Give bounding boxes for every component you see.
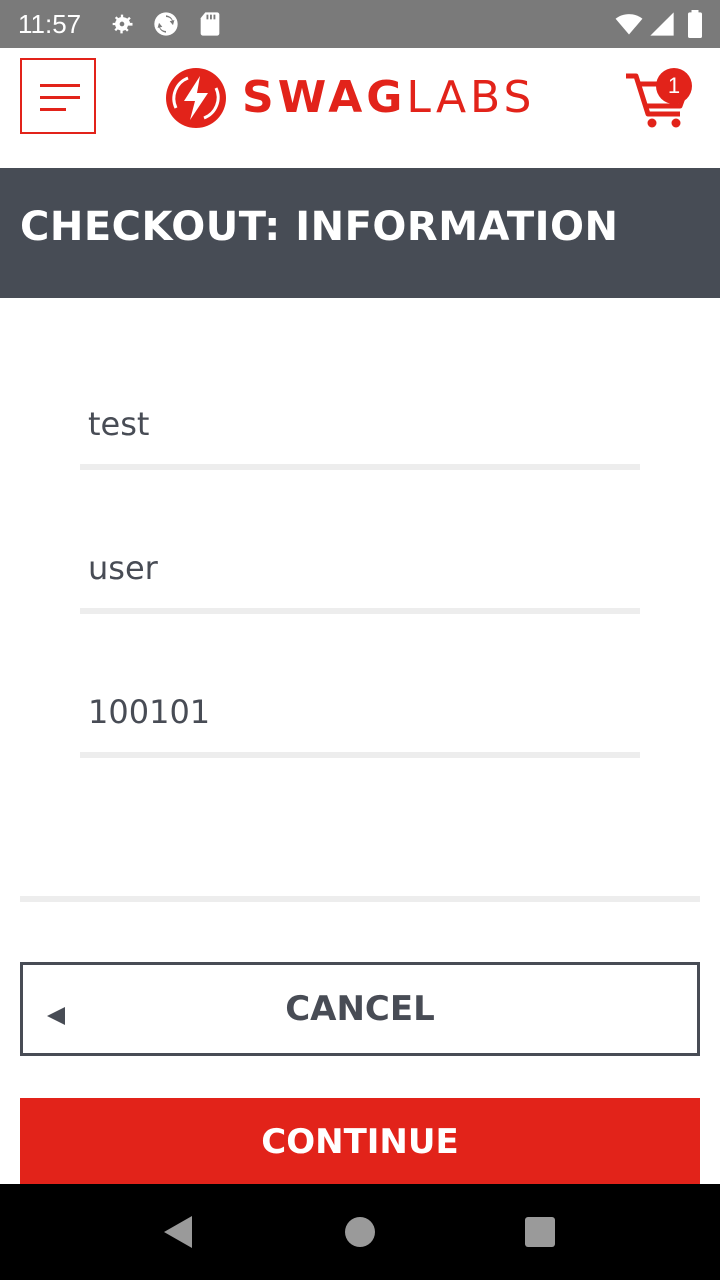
wifi-icon <box>615 14 643 35</box>
page-header: CHECKOUT: INFORMATION <box>0 168 720 298</box>
back-icon[interactable] <box>164 1216 192 1248</box>
field-underline <box>80 608 640 614</box>
brand-name: SWAGLABS <box>242 72 536 123</box>
continue-button[interactable]: CONTINUE <box>20 1098 700 1184</box>
page-title: CHECKOUT: INFORMATION <box>20 204 619 250</box>
menu-button[interactable] <box>20 58 96 134</box>
gear-icon <box>112 14 133 34</box>
last-name-field[interactable] <box>80 528 640 614</box>
home-icon[interactable] <box>345 1217 375 1247</box>
last-name-input[interactable] <box>80 528 640 608</box>
hamburger-icon <box>40 84 80 111</box>
sd-card-icon <box>200 12 220 36</box>
first-name-field[interactable] <box>80 384 640 470</box>
brand-logo: SWAGLABS <box>166 68 535 128</box>
status-bar: 11:57 <box>0 0 720 48</box>
bolt-logo-icon <box>166 68 226 128</box>
sync-icon <box>154 12 178 36</box>
battery-icon <box>688 10 702 38</box>
field-underline <box>80 752 640 758</box>
cart-badge[interactable]: 1 <box>656 68 692 104</box>
first-name-input[interactable] <box>80 384 640 464</box>
recents-icon[interactable] <box>525 1217 555 1247</box>
cancel-label: CANCEL <box>285 989 435 1029</box>
app-header: SWAGLABS 1 <box>0 48 720 168</box>
signal-icon <box>650 12 674 36</box>
postal-code-input[interactable] <box>80 672 640 752</box>
field-underline <box>80 464 640 470</box>
postal-code-field[interactable] <box>80 672 640 758</box>
status-time: 11:57 <box>18 9 82 39</box>
cancel-button[interactable]: CANCEL <box>20 962 700 1056</box>
continue-label: CONTINUE <box>261 1122 459 1162</box>
divider <box>20 896 700 902</box>
